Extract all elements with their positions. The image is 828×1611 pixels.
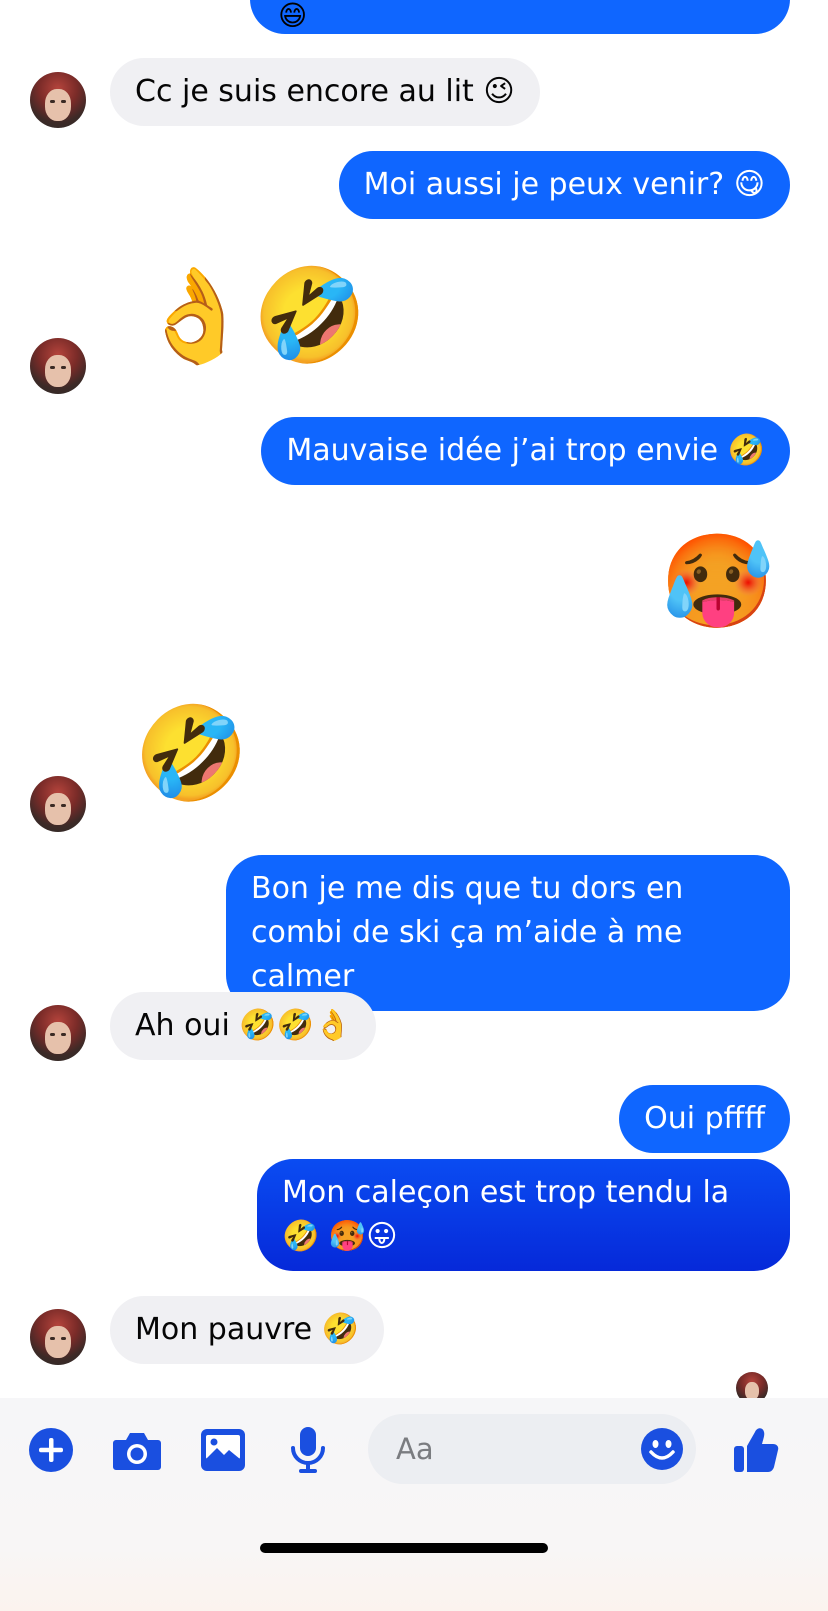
- camera-icon[interactable]: [112, 1428, 162, 1472]
- microphone-icon[interactable]: [289, 1426, 327, 1474]
- avatar[interactable]: [30, 1309, 86, 1365]
- outgoing-message[interactable]: Mauvaise idée j’ai trop envie 🤣: [261, 417, 790, 485]
- emoji-fragment: 😄: [278, 0, 308, 32]
- avatar[interactable]: [30, 1005, 86, 1061]
- avatar[interactable]: [30, 72, 86, 128]
- incoming-emoji-message[interactable]: 🤣: [134, 704, 249, 804]
- message-input[interactable]: [396, 1414, 626, 1484]
- incoming-message[interactable]: Mon pauvre 🤣: [110, 1296, 385, 1364]
- add-icon[interactable]: [28, 1427, 74, 1473]
- outgoing-message[interactable]: Mon caleçon est trop tendu la 🤣 🥵😛: [257, 1159, 790, 1271]
- image-icon[interactable]: [200, 1428, 246, 1472]
- outgoing-message[interactable]: Moi aussi je peux venir? 😋: [338, 151, 790, 219]
- outgoing-emoji-message[interactable]: 🥵: [660, 532, 775, 632]
- incoming-message[interactable]: Cc je suis encore au lit 😉: [110, 58, 540, 126]
- outgoing-message[interactable]: Bon je me dis que tu dors en combi de sk…: [226, 855, 790, 1011]
- message-input-container[interactable]: [368, 1414, 696, 1484]
- chat-screen: 😄 Cc je suis encore au lit 😉 Moi aussi j…: [0, 0, 828, 1611]
- incoming-message[interactable]: Ah oui 🤣🤣👌: [110, 992, 377, 1060]
- avatar[interactable]: [30, 338, 86, 394]
- incoming-emoji-message[interactable]: 👌🤣: [138, 266, 367, 366]
- emoji-icon[interactable]: [640, 1427, 684, 1471]
- outgoing-message[interactable]: Oui pffff: [619, 1085, 790, 1153]
- thumbs-up-icon[interactable]: [732, 1424, 780, 1474]
- home-indicator: [260, 1543, 548, 1553]
- previous-outgoing-bubble[interactable]: 😄: [250, 0, 790, 34]
- avatar[interactable]: [30, 776, 86, 832]
